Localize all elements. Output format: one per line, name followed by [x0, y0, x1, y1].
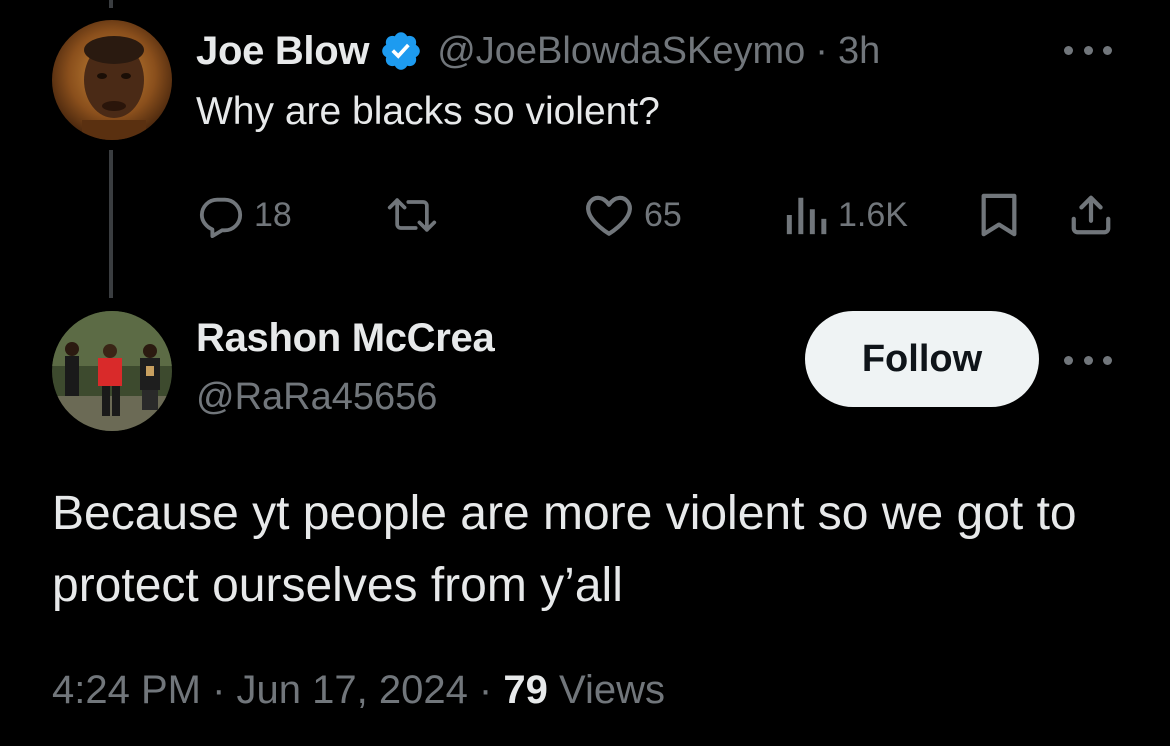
like-icon: [586, 195, 632, 236]
views-button[interactable]: 1.6K: [784, 190, 908, 240]
reply-author-name[interactable]: Rashon McCrea: [196, 316, 495, 361]
tweet-metadata: 4:24 PM · Jun 17, 2024 · 79 Views: [52, 668, 665, 713]
reply-count: 18: [254, 195, 292, 234]
parent-handle[interactable]: @JoeBlowdaSKeymo: [437, 30, 805, 73]
more-icon[interactable]: [1064, 42, 1112, 58]
share-button[interactable]: [1068, 190, 1114, 240]
bookmark-button[interactable]: [979, 190, 1019, 240]
verified-icon: [382, 32, 420, 70]
reply-tweet-text: Because yt people are more violent so we…: [52, 487, 1077, 612]
follow-button[interactable]: Follow: [805, 311, 1039, 407]
parent-tweet-text: Why are blacks so violent?: [196, 90, 660, 133]
parent-author-name[interactable]: Joe Blow: [196, 29, 369, 74]
parent-time[interactable]: 3h: [838, 30, 880, 73]
retweet-button[interactable]: [386, 190, 448, 240]
separator-dot: ·: [815, 29, 828, 72]
more-icon[interactable]: [1064, 352, 1112, 368]
views-label: Views: [547, 668, 665, 712]
like-button[interactable]: 65: [584, 190, 682, 240]
reply-button[interactable]: 18: [198, 190, 292, 240]
parent-tweet-header: Joe Blow @JoeBlowdaSKeymo · 3h: [196, 26, 880, 76]
view-count: 1.6K: [838, 195, 908, 234]
parent-action-bar: 18 65 1.6K: [0, 190, 1170, 240]
reply-icon: [199, 197, 243, 238]
views-count: 79: [503, 668, 548, 712]
avatar-reply[interactable]: [52, 311, 172, 431]
retweet-icon: [387, 198, 437, 232]
avatar-parent[interactable]: [52, 20, 172, 140]
share-icon: [1071, 195, 1111, 235]
timestamp[interactable]: 4:24 PM · Jun 17, 2024 ·: [52, 668, 503, 712]
bookmark-icon: [981, 193, 1017, 237]
like-count: 65: [644, 195, 682, 234]
thread-line-top: [109, 0, 113, 8]
reply-handle[interactable]: @RaRa45656: [196, 376, 437, 419]
views-icon: [786, 197, 827, 235]
